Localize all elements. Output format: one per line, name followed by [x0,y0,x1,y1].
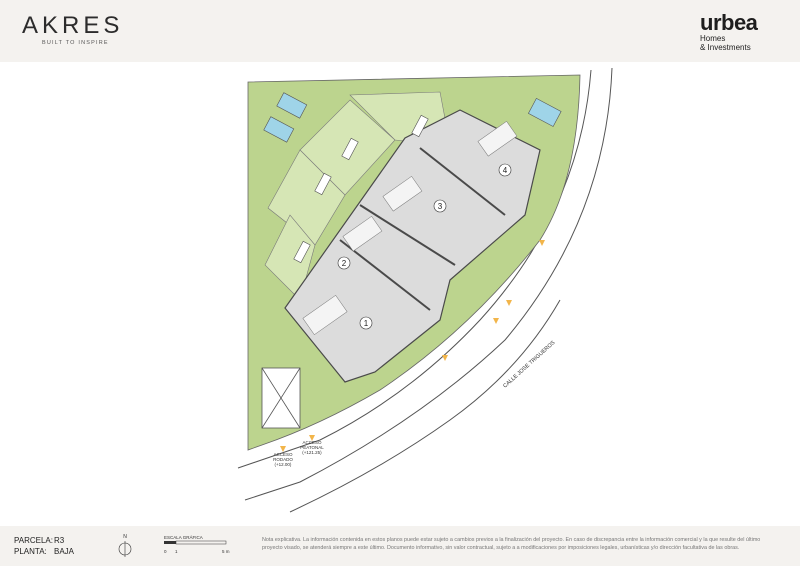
parking-area [261,367,301,429]
unit-label-1: 1 [364,319,369,328]
unit-label-4: 4 [503,166,508,175]
planta-label: PLANTA: [14,547,47,556]
access-vehicle-level: (+12.00) [275,462,292,467]
parcel-info: PARCELA: R3 PLANTA: BAJA [14,535,74,557]
access-pedestrian-level: (+121.25) [302,450,322,455]
urbea-line-2: & Investments [700,43,751,52]
planta-value: BAJA [54,547,75,556]
scale-mark-0: 0 [164,549,167,554]
unit-label-3: 3 [438,202,443,211]
akres-brand: AKRES BUILT TO INSPIRE [22,12,123,46]
unit-label-2: 2 [342,259,347,268]
scale-mark-5: 5 m [222,549,230,554]
akres-tagline: BUILT TO INSPIRE [42,40,109,46]
street-label: CALLE JOSE TRIGUEROS [502,340,556,390]
parcela-value: R3 [54,536,65,545]
legal-note: Nota explicativa. La información conteni… [262,537,761,551]
north-label: N [123,534,127,540]
graphic-scale: ESCALA GRÁFICA 0 1 5 m [164,535,234,555]
parcela-label: PARCELA: [14,536,53,545]
site-floor-plan: 1 2 3 4 CALLE JOSE TRIGUEROS ACCESO RODA… [237,67,613,513]
page-footer: PARCELA: R3 PLANTA: BAJA N ESCALA GRÁFICA … [0,526,800,566]
urbea-line-1: Homes [700,34,726,43]
north-arrow-icon: N [118,534,132,557]
scale-bar [164,540,227,545]
scale-mark-1: 1 [175,549,178,554]
akres-logo: AKRES [22,12,124,39]
page-header: AKRES BUILT TO INSPIRE urbea Homes & Inv… [0,0,800,62]
urbea-brand: urbea Homes & Investments [700,10,758,53]
urbea-logo: urbea [700,10,758,35]
